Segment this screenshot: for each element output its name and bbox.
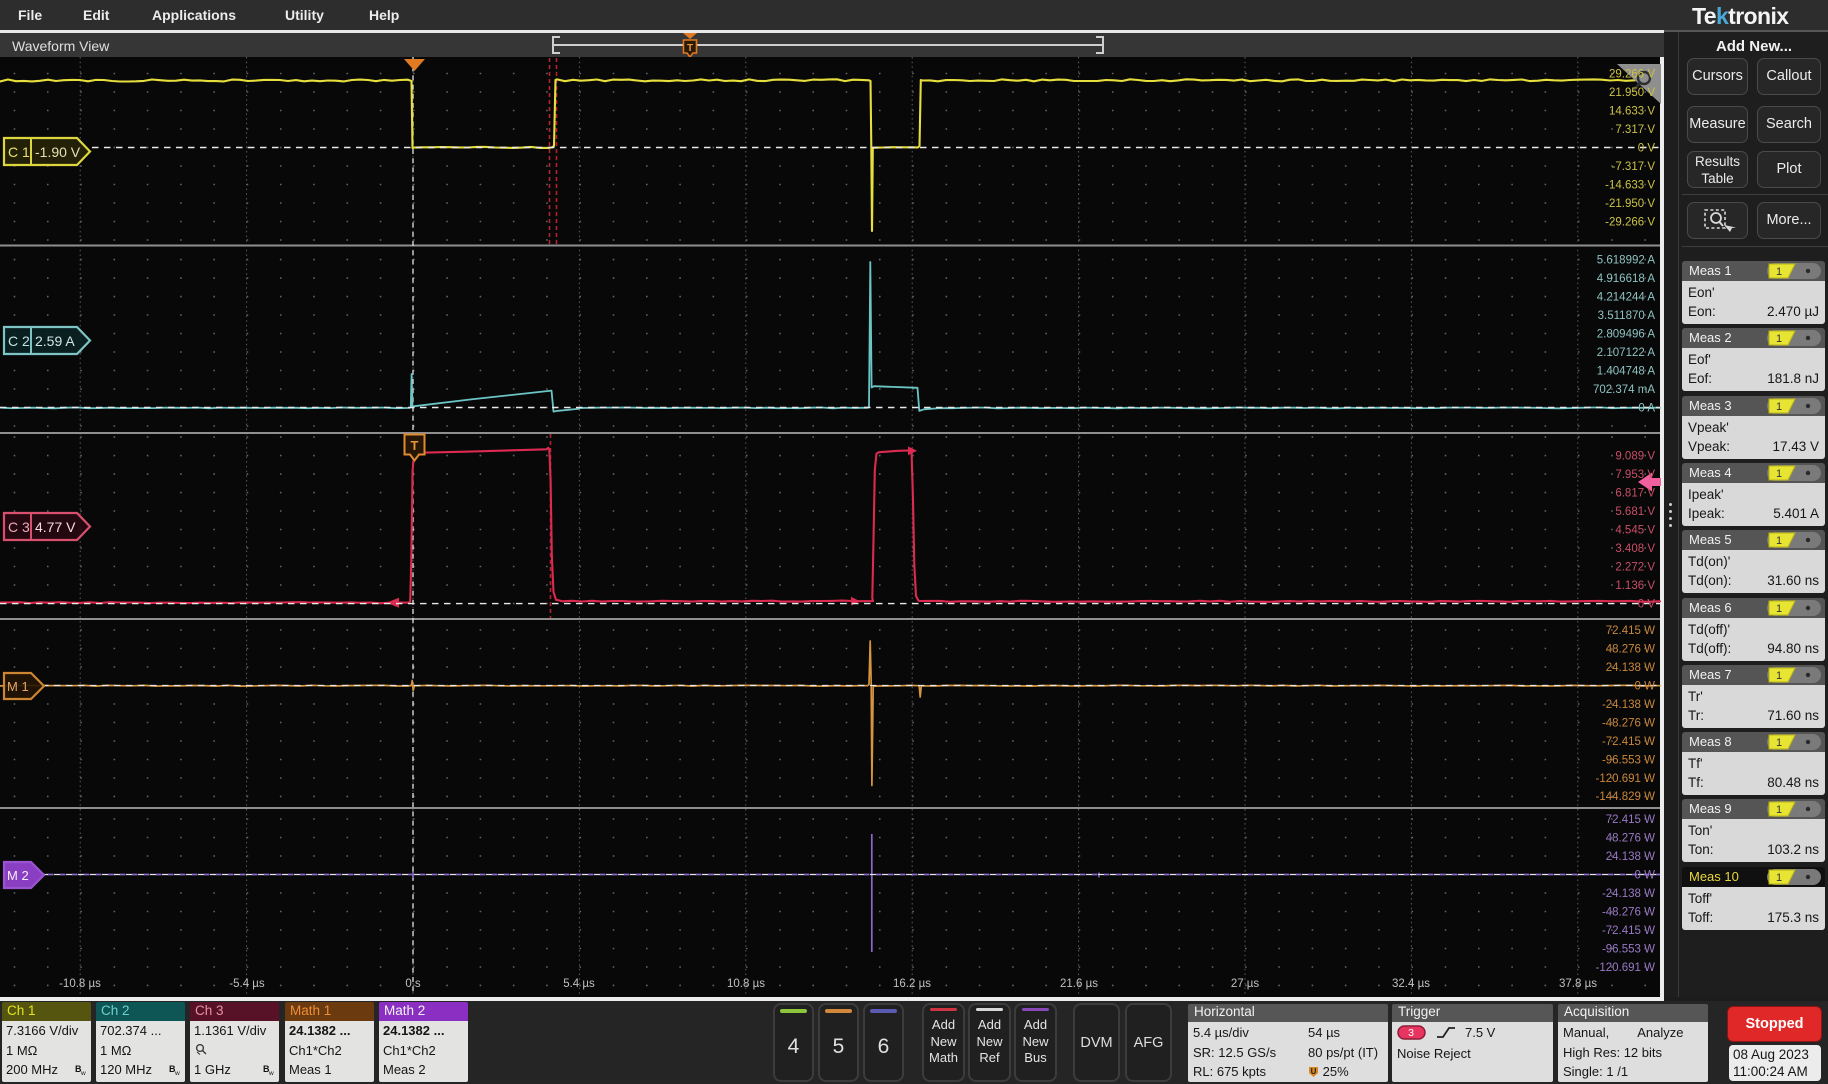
svg-text:-24.138 W: -24.138 W	[1602, 699, 1655, 711]
svg-text:-72.415 W: -72.415 W	[1602, 736, 1655, 748]
svg-text:9.089 V: 9.089 V	[1615, 450, 1655, 462]
svg-text:-144.829 W: -144.829 W	[1596, 791, 1656, 803]
svg-text:32.4 µs: 32.4 µs	[1392, 978, 1430, 990]
svg-text:-29.266 V: -29.266 V	[1605, 216, 1655, 228]
svg-text:7.953 V: 7.953 V	[1615, 469, 1655, 481]
svg-text:4.545 V: 4.545 V	[1615, 524, 1655, 536]
svg-text:4.214244 A: 4.214244 A	[1597, 291, 1656, 303]
svg-text:2.107122 A: 2.107122 A	[1597, 347, 1656, 359]
svg-text:3: 3	[1408, 1027, 1414, 1039]
svg-text:48.276 W: 48.276 W	[1606, 832, 1655, 844]
svg-text:-72.415 W: -72.415 W	[1602, 925, 1655, 937]
svg-text:2.59 A: 2.59 A	[35, 333, 75, 349]
svg-text:-1.90 V: -1.90 V	[35, 144, 81, 160]
svg-text:10.8 µs: 10.8 µs	[727, 978, 765, 990]
svg-text:37.8 µs: 37.8 µs	[1559, 978, 1597, 990]
svg-text:2.809496 A: 2.809496 A	[1597, 328, 1656, 340]
svg-text:1: 1	[1776, 737, 1782, 749]
svg-text:3.511870 A: 3.511870 A	[1598, 310, 1656, 322]
svg-text:M 2: M 2	[7, 868, 29, 883]
svg-text:1: 1	[1776, 804, 1782, 816]
svg-text:0 W: 0 W	[1635, 680, 1656, 692]
svg-text:1: 1	[1776, 603, 1782, 615]
svg-text:0 V: 0 V	[1638, 598, 1656, 610]
svg-text:T: T	[411, 438, 419, 453]
svg-text:-7.317 V: -7.317 V	[1612, 161, 1656, 173]
svg-text:4.916618 A: 4.916618 A	[1597, 273, 1656, 285]
svg-text:702.374 mA: 702.374 mA	[1593, 384, 1655, 396]
svg-text:-48.276 W: -48.276 W	[1602, 717, 1655, 729]
svg-text:72.415 W: 72.415 W	[1606, 814, 1655, 826]
svg-text:1: 1	[1776, 401, 1782, 413]
svg-text:5.618992 A: 5.618992 A	[1597, 254, 1656, 266]
svg-text:1: 1	[1776, 468, 1782, 480]
svg-text:1.404748 A: 1.404748 A	[1597, 365, 1656, 377]
svg-text:29.266 V: 29.266 V	[1609, 68, 1655, 80]
svg-text:1: 1	[1776, 266, 1782, 278]
svg-text:16.2 µs: 16.2 µs	[893, 978, 931, 990]
svg-text:5.681 V: 5.681 V	[1615, 506, 1655, 518]
svg-text:-48.276 W: -48.276 W	[1602, 906, 1655, 918]
svg-text:1: 1	[1776, 333, 1782, 345]
svg-text:-96.553 W: -96.553 W	[1602, 943, 1655, 955]
svg-text:5.4 µs: 5.4 µs	[563, 978, 595, 990]
svg-text:-21.950 V: -21.950 V	[1605, 198, 1655, 210]
svg-text:1: 1	[1776, 670, 1782, 682]
svg-text:14.633 V: 14.633 V	[1609, 105, 1655, 117]
svg-text:-24.138 W: -24.138 W	[1602, 888, 1655, 900]
svg-text:0 A: 0 A	[1638, 402, 1655, 414]
svg-text:C 2: C 2	[8, 333, 30, 349]
svg-text:C 1: C 1	[8, 144, 30, 160]
svg-text:-96.553 W: -96.553 W	[1602, 754, 1655, 766]
svg-text:w: w	[80, 1070, 86, 1075]
svg-text:21.6 µs: 21.6 µs	[1060, 978, 1098, 990]
svg-text:C 3: C 3	[8, 519, 30, 535]
svg-text:2.272 V: 2.272 V	[1615, 561, 1655, 573]
svg-text:0 s: 0 s	[405, 978, 421, 990]
svg-text:1.136 V: 1.136 V	[1615, 580, 1655, 592]
svg-text:-14.633 V: -14.633 V	[1605, 179, 1655, 191]
svg-text:-10.8 µs: -10.8 µs	[59, 978, 101, 990]
svg-text:-120.691 W: -120.691 W	[1596, 773, 1656, 785]
svg-text:U: U	[1311, 1067, 1317, 1076]
svg-text:-5.4 µs: -5.4 µs	[229, 978, 265, 990]
svg-text:0 W: 0 W	[1635, 869, 1656, 881]
svg-text:48.276 W: 48.276 W	[1606, 643, 1655, 655]
svg-text:M 1: M 1	[7, 679, 29, 694]
svg-text:4.77 V: 4.77 V	[35, 519, 76, 535]
svg-text:24.138 W: 24.138 W	[1606, 662, 1655, 674]
svg-text:6.817 V: 6.817 V	[1615, 487, 1655, 499]
svg-text:7.317 V: 7.317 V	[1615, 124, 1655, 136]
svg-text:3.408 V: 3.408 V	[1615, 543, 1655, 555]
svg-text:21.950 V: 21.950 V	[1609, 87, 1655, 99]
svg-text:-120.691 W: -120.691 W	[1596, 962, 1656, 974]
svg-text:72.415 W: 72.415 W	[1606, 625, 1655, 637]
svg-text:w: w	[174, 1070, 180, 1075]
svg-text:27 µs: 27 µs	[1231, 978, 1260, 990]
svg-text:0 V: 0 V	[1638, 142, 1656, 154]
svg-text:1: 1	[1776, 872, 1782, 884]
svg-text:24.138 W: 24.138 W	[1606, 851, 1655, 863]
svg-text:1: 1	[1776, 535, 1782, 547]
svg-text:w: w	[268, 1070, 274, 1075]
